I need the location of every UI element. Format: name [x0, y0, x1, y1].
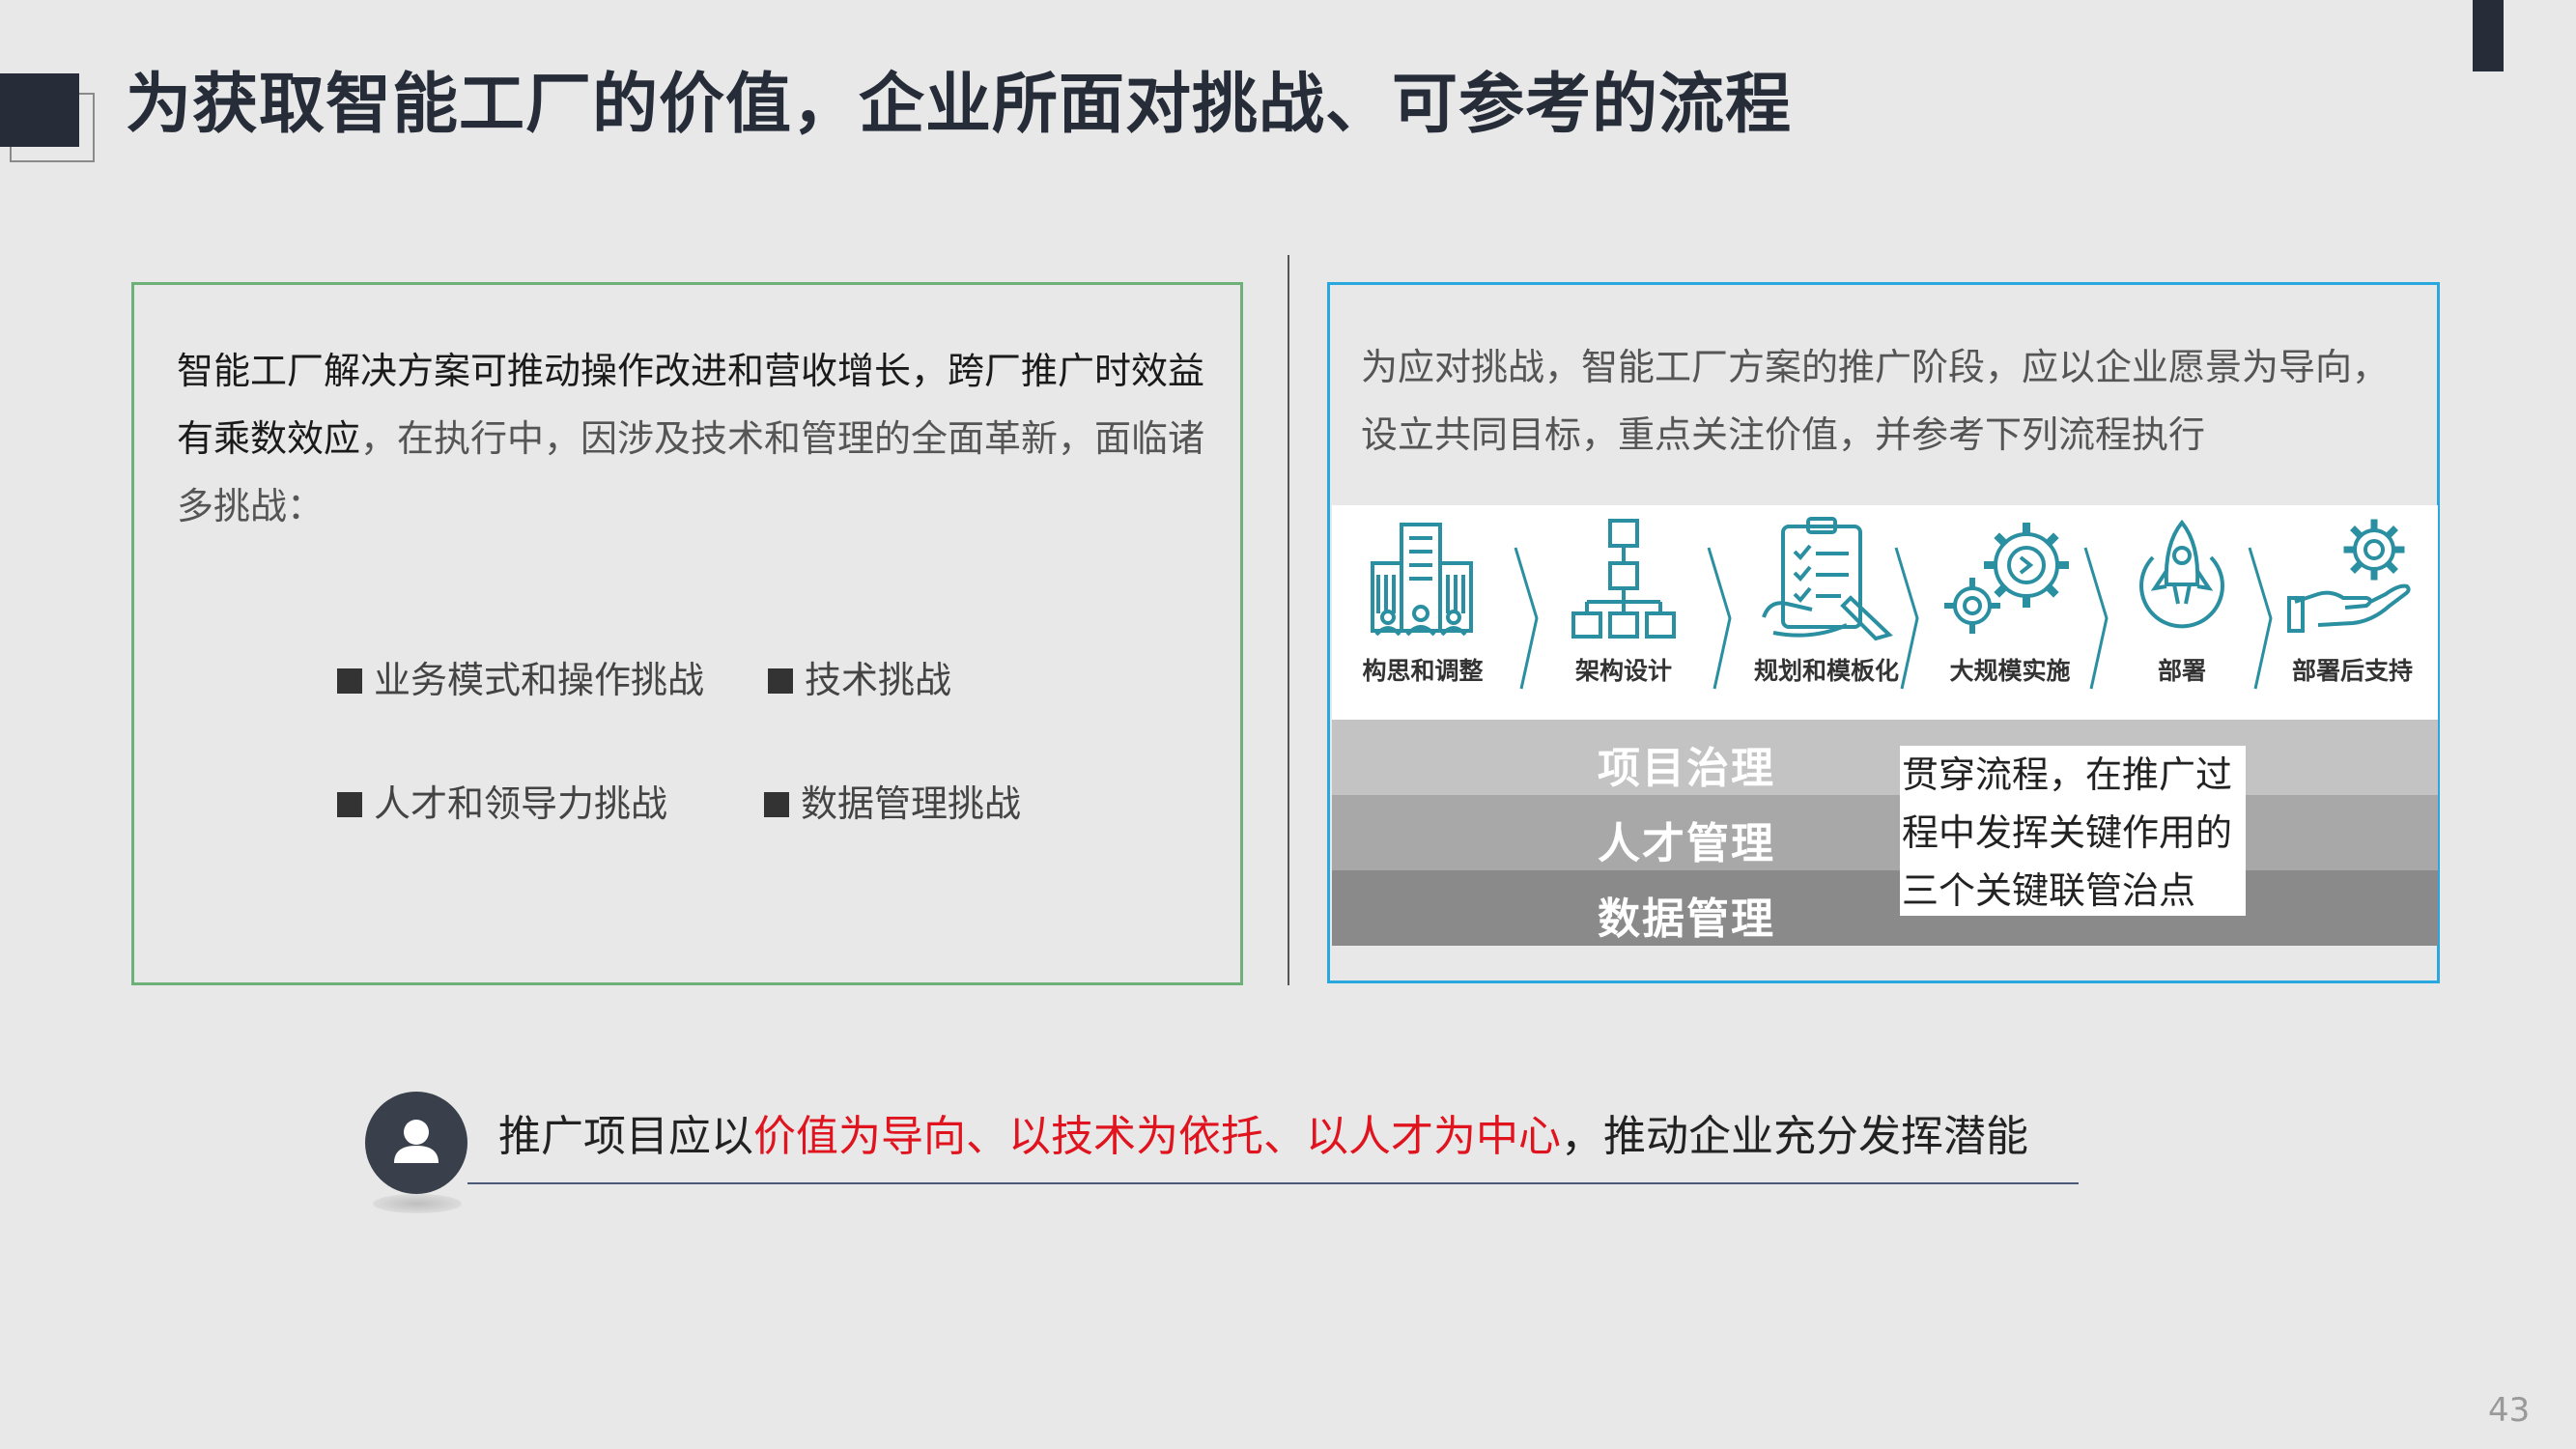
hierarchy-icon	[1571, 519, 1676, 639]
data-management-band: 数据管理	[1332, 870, 2438, 946]
avatar-shadow	[373, 1194, 462, 1213]
rocket-icon	[2139, 519, 2224, 629]
challenge-item: 技术挑战	[768, 650, 951, 703]
process-step: 大规模实施	[1917, 505, 2103, 720]
band-label: 数据管理	[1598, 895, 1775, 944]
challenge-label: 业务模式和操作挑战	[374, 659, 705, 701]
building-icon	[1371, 523, 1473, 637]
avatar	[365, 1092, 467, 1194]
step-label: 部署后支持	[2291, 657, 2413, 685]
step-label: 架构设计	[1574, 657, 1672, 685]
challenge-label: 技术挑战	[805, 659, 952, 701]
checklist-icon	[1762, 517, 1893, 641]
challenge-label: 数据管理挑战	[801, 782, 1022, 825]
page-title: 为获取智能工厂的价值，企业所面对挑战、可参考的流程	[126, 67, 1793, 143]
statement-highlight: 价值为导向、以技术为依托、以人才为中心	[753, 1112, 1561, 1161]
talent-band: 人才管理	[1332, 795, 2438, 870]
process-step: 架构设计	[1539, 505, 1709, 720]
person-icon	[394, 1120, 439, 1163]
callout-note: 贯穿流程，在推广过程中发挥关键作用的三个关键联管治点	[1900, 746, 2246, 916]
statement-suffix: ，推动企业充分发挥潜能	[1561, 1112, 2028, 1161]
challenge-item: 数据管理挑战	[764, 774, 1021, 827]
gears-icon	[1944, 523, 2069, 634]
process-step: 部署后支持	[2267, 505, 2438, 720]
process-intro: 为应对挑战，智能工厂方案的推广阶段，应以企业愿景为导向，设立共同目标，重点关注价…	[1361, 346, 2390, 456]
challenges-panel: 智能工厂解决方案可推动操作改进和营收增长，跨厂推广时效益有乘数效应，在执行中，因…	[131, 282, 1243, 985]
square-bullet-icon	[337, 791, 362, 817]
chevron-right-icon	[1514, 547, 1539, 690]
band-label: 项目治理	[1598, 744, 1775, 793]
challenge-label: 人才和领导力挑战	[374, 782, 668, 825]
square-bullet-icon	[337, 668, 362, 694]
vertical-divider	[1288, 255, 1289, 985]
challenges-intro: 智能工厂解决方案可推动操作改进和营收增长，跨厂推广时效益有乘数效应，在执行中，因…	[177, 337, 1210, 540]
page-number: 43	[2488, 1391, 2531, 1430]
process-step: 部署	[2105, 505, 2259, 720]
band-label: 人才管理	[1598, 819, 1775, 868]
top-right-bar-decoration	[2473, 0, 2504, 71]
square-bullet-icon	[764, 791, 789, 817]
challenge-item: 业务模式和操作挑战	[337, 650, 704, 703]
step-label: 构思和调整	[1362, 657, 1484, 685]
governance-band: 项目治理	[1332, 720, 2438, 795]
process-steps-strip: 构思和调整 架构设计 规划和模板化 大规模实施 部署 部署后支持	[1332, 505, 2438, 720]
step-label: 大规模实施	[1949, 657, 2071, 685]
process-step: 构思和调整	[1332, 505, 1514, 720]
square-bullet-icon	[768, 668, 793, 694]
challenge-item: 人才和领导力挑战	[337, 774, 667, 827]
key-statement: 推广项目应以价值为导向、以技术为依托、以人才为中心，推动企业充分发挥潜能	[498, 1101, 2028, 1163]
process-panel: 为应对挑战，智能工厂方案的推广阶段，应以企业愿景为导向，设立共同目标，重点关注价…	[1327, 282, 2440, 983]
step-label: 部署	[2157, 657, 2206, 685]
hand-gear-icon	[2286, 519, 2411, 633]
corner-block-decoration	[0, 73, 79, 147]
statement-underline	[467, 1182, 2079, 1184]
statement-prefix: 推广项目应以	[498, 1112, 753, 1161]
